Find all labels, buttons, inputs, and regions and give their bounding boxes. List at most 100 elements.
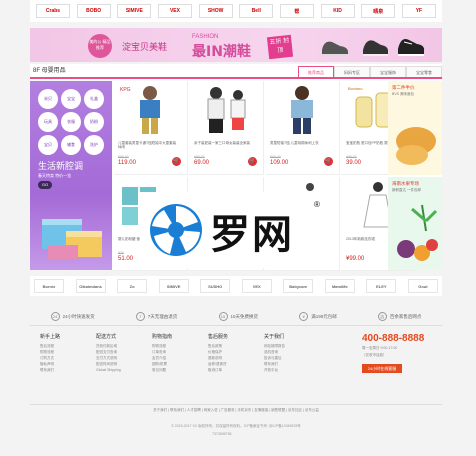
brand-logo[interactable]: Zo — [117, 279, 148, 293]
banner-fashion-label: FASHION — [192, 34, 219, 40]
floor-tabs: 推荐商品 妈妈专区 宝宝服饰 宝宝零食 — [298, 66, 442, 77]
floor-left-promo[interactable]: 米贝 宝宝 礼盒 玩具 衣服 奶粉 宝贝 辅食 洗护 生活新腔调 春天特卖 特价… — [30, 81, 112, 270]
product-price: ¥99.00 — [346, 256, 365, 262]
category-tag[interactable]: 奶粉 — [84, 112, 104, 132]
banner-discount-tag: 五折 封顶 — [266, 34, 294, 60]
brand-logo[interactable]: MamiMe — [324, 279, 355, 293]
floor-header: 8F 母婴用品 推荐商品 妈妈专区 宝宝服饰 宝宝零食 — [30, 64, 442, 79]
top-brand-strip: Crabs BOBO SIMIVE VEX SHOW Bell 帮 KID 晴泉… — [30, 0, 442, 22]
product-old-price: ¥70 — [118, 251, 124, 255]
svg-text:KPG: KPG — [120, 87, 131, 93]
tissue-box-image — [42, 219, 102, 259]
brand-logo[interactable]: SIMIVE — [158, 279, 189, 293]
category-tag[interactable]: 米贝 — [38, 89, 58, 109]
product-name: 亲子装夏装一家三口母女装装全家装 — [194, 141, 250, 145]
brand-logo[interactable]: ELEY — [366, 279, 397, 293]
category-tag[interactable]: 宝宝 — [61, 89, 81, 109]
product-image — [291, 86, 313, 134]
service-hours-note: （仅收市话费） — [362, 353, 387, 357]
cart-icon[interactable]: 🛒 — [324, 157, 333, 166]
help-link[interactable]: 常见问题 — [152, 367, 208, 373]
tab-baby-clothes[interactable]: 宝宝服饰 — [370, 66, 406, 77]
help-column-title: 关于我们 — [264, 334, 285, 340]
category-tag[interactable]: 礼盒 — [84, 89, 104, 109]
service-icon: 15 — [218, 312, 228, 321]
category-tag[interactable]: 洗护 — [84, 135, 104, 155]
brand-logo[interactable]: SHOW — [198, 4, 233, 18]
brand-logo[interactable]: Gout — [407, 279, 438, 293]
tab-baby-snacks[interactable]: 宝宝零食 — [406, 66, 442, 77]
brand-logo[interactable]: 晴泉 — [361, 4, 396, 18]
service-icon: ¥ — [299, 312, 309, 321]
product-image: KPG — [120, 86, 160, 134]
service-label: 15天免费换货 — [230, 313, 259, 319]
product-card[interactable]: KPG 儿童套装男童卡通T恤短袖中大童套装休闲 ¥99.00 119.00 🛒 — [114, 81, 188, 175]
brand-logo[interactable]: Oikaimdans — [75, 279, 106, 293]
category-tag[interactable]: 辅食 — [61, 135, 81, 155]
brand-logo[interactable]: Bornix — [34, 279, 64, 293]
bread-promo-title: 第二件半价 — [392, 85, 415, 90]
hotline-number: 400-888-8888 — [362, 333, 425, 344]
help-column-title: 配送方式 — [96, 334, 117, 340]
brand-logo[interactable]: BOBO — [76, 4, 111, 18]
bread-promo[interactable]: 第二件半价 BVS 美味面包 — [388, 81, 442, 175]
brand-logo[interactable]: Crabs — [36, 4, 70, 18]
help-column: 售后服务 售后政策 价格保护 退款说明 返修/退换货 取消订单 — [208, 333, 264, 403]
brand-logo[interactable]: VEX — [241, 279, 272, 293]
brand-logo[interactable]: KID — [320, 4, 355, 18]
tab-recommended[interactable]: 推荐商品 — [298, 66, 334, 77]
product-old-price: ¥99.00 — [346, 155, 357, 159]
service-label: 24小时快速发货 — [62, 313, 95, 319]
left-promo-subtitle: 春天特卖 特价一览 — [38, 173, 72, 178]
service-label: 7天无理由退货 — [147, 313, 178, 319]
product-price: 69.00 — [194, 160, 210, 166]
brand-logo[interactable]: Babycare — [283, 279, 314, 293]
contact-block: 400-888-8888 周一至周日 9:00-17:00 （仅收市话费） 24… — [362, 333, 442, 373]
product-price: 51.00 — [118, 256, 134, 262]
swirl-logo-icon — [150, 204, 202, 256]
brand-logo[interactable]: SIMIVE — [117, 4, 152, 18]
service-label: 百余家售后网点 — [389, 313, 422, 319]
help-link[interactable]: 取消订单 — [208, 367, 264, 373]
tab-mom[interactable]: 妈妈专区 — [334, 66, 370, 77]
product-card[interactable]: 男童短袖T恤 儿童纯棉休闲上衣 ¥99.00 109.00 🛒 — [266, 81, 340, 175]
registered-mark: ® — [314, 200, 320, 209]
help-column: 关于我们 网站故障报告 选机咨询 投诉与建议 联系我们 开放平台 — [264, 333, 320, 403]
banner-circle-badge: 美的公 精品推荐 — [88, 34, 112, 58]
product-price: 119.00 — [118, 160, 136, 166]
product-old-price: ¥99.00 — [194, 155, 205, 159]
service-icon: 店 — [377, 312, 387, 321]
help-column: 配送方式 货到付款区域 配送支付查询 支付方式说明 配送时间说明 Global … — [96, 333, 152, 403]
brand-logo[interactable]: YF — [401, 4, 436, 18]
watermark-overlay: 罗网 ® — [140, 192, 336, 268]
online-service-button[interactable]: 24小时在线客服 — [362, 364, 402, 373]
category-tag[interactable]: 宝贝 — [38, 135, 58, 155]
service-icon: 24 — [50, 312, 60, 321]
promo-banner[interactable]: 美的公 精品推荐 淀宝贝美鞋 FASHION 最IN潮鞋 五折 封顶 — [30, 28, 442, 62]
fruit-promo[interactable]: 海南水果专场 新鲜直达 一件包邮 — [388, 177, 442, 270]
help-link[interactable]: 联系我们 — [40, 367, 96, 373]
help-link[interactable]: 开放平台 — [264, 367, 320, 373]
banner-headline: 最IN潮鞋 — [192, 44, 251, 60]
left-promo-title: 生活新腔调 — [38, 162, 84, 172]
brand-logo[interactable]: VEX — [157, 4, 192, 18]
cart-icon[interactable]: 🛒 — [172, 157, 181, 166]
product-card[interactable]: 亲子装夏装一家三口母女装装全家装 ¥99.00 69.00 🛒 — [190, 81, 264, 175]
brand-logo[interactable]: SUSHO — [200, 279, 231, 293]
help-link[interactable]: Global Shipping — [96, 367, 152, 373]
product-name: 儿童套装男童卡通T恤短袖中大童套装休闲 — [118, 141, 177, 149]
product-name: 男童短袖T恤 儿童纯棉休闲上衣 — [270, 141, 319, 145]
footer-links[interactable]: 关于我们 | 联系我们 | 人才招聘 | 商家入驻 | 广告服务 | 手机京东 … — [30, 404, 442, 413]
cart-icon[interactable]: 🛒 — [248, 157, 257, 166]
left-tag-grid: 米贝 宝宝 礼盒 玩具 衣服 奶粉 宝贝 辅食 洗护 — [38, 89, 104, 155]
brand-logo[interactable]: Bell — [239, 4, 274, 18]
left-promo-go-button[interactable]: GO — [38, 181, 52, 189]
service-item: 15 15天免费换货 — [218, 312, 259, 321]
shoe-image — [322, 41, 348, 56]
floor-right-promos: 第二件半价 BVS 美味面包 海南水果专场 新鲜直达 一件包邮 — [388, 81, 442, 270]
help-column: 新手上路 售后流程 购物流程 订购方式 隐私声明 联系我们 — [40, 333, 96, 403]
category-tag[interactable]: 玩具 — [38, 112, 58, 132]
footer-copyright: © 2015-2017 XX 版权所有，并保留所有权利。ICP备案证书号: 京I… — [171, 424, 301, 428]
brand-logo[interactable]: 帮 — [279, 4, 314, 18]
category-tag[interactable]: 衣服 — [61, 112, 81, 132]
